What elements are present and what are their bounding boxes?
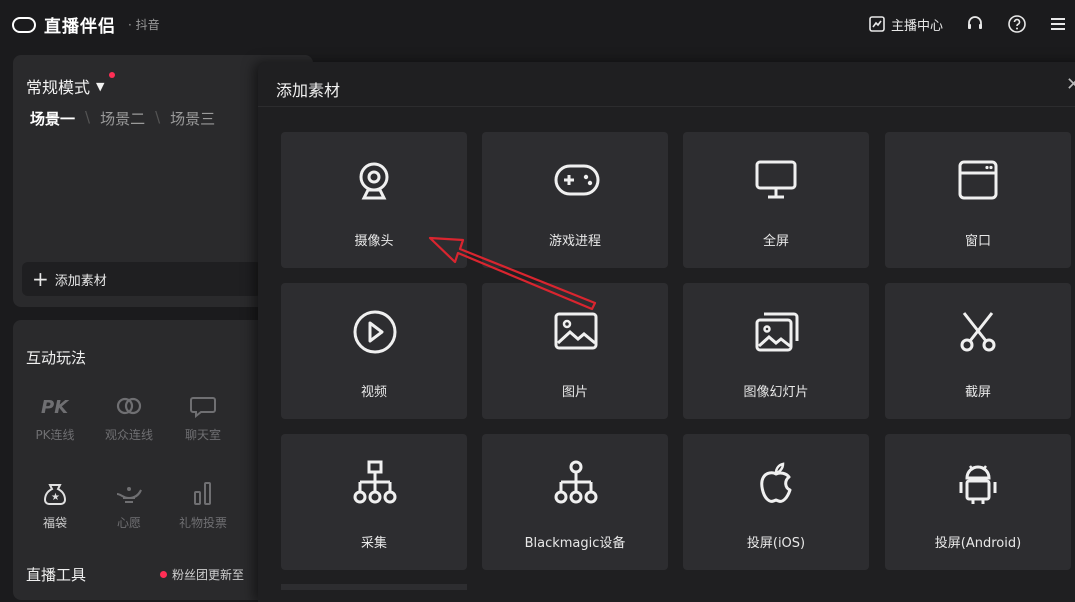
apple-icon (760, 462, 792, 503)
material-screenshot[interactable]: 截屏 (885, 283, 1071, 419)
app-logo-icon (12, 16, 36, 33)
menu-icon[interactable] (1049, 15, 1067, 33)
live-tools-title: 直播工具 (26, 566, 87, 584)
material-cast-android[interactable]: 投屏(Android) (885, 434, 1071, 570)
scene-tab-3[interactable]: 场景三 (170, 108, 215, 129)
chat-room-icon (190, 397, 216, 418)
vote-bars-icon (194, 482, 211, 505)
tool-chat-room[interactable]: 聊天室 (168, 394, 238, 443)
camera-icon (359, 162, 389, 200)
tool-gift-vote[interactable]: 礼物投票 (168, 480, 238, 531)
material-label: 截屏 (964, 385, 991, 400)
monitor-icon (755, 160, 797, 199)
link-icon (116, 397, 142, 415)
tool-lucky-bag[interactable]: ★ 福袋 (20, 480, 90, 531)
chart-icon (869, 16, 885, 32)
mode-selector[interactable]: 常规模式 ▼ (26, 72, 115, 98)
scene-tab-2[interactable]: 场景二 (100, 108, 145, 129)
material-label: 全屏 (762, 234, 789, 249)
tool-label: 观众连线 (104, 428, 153, 442)
play-icon (353, 310, 397, 354)
scene-tabs: 场景一 \ 场景二 \ 场景三 (30, 108, 215, 129)
material-label: 投屏(Android) (934, 536, 1022, 551)
material-label: 摄像头 (354, 234, 394, 249)
help-icon[interactable] (1007, 14, 1027, 34)
tool-label: 心愿 (116, 516, 141, 530)
brand: 直播伴侣 · 抖音 (12, 12, 160, 37)
material-label: 窗口 (964, 234, 991, 249)
tool-label: 聊天室 (184, 428, 221, 442)
scene-tab-1[interactable]: 场景一 (30, 108, 75, 129)
streamer-center-label: 主播中心 (890, 18, 943, 34)
add-material-label: 添加素材 (54, 273, 107, 289)
material-camera[interactable]: 摄像头 (281, 132, 467, 268)
window-icon (958, 160, 998, 200)
material-video[interactable]: 视频 (281, 283, 467, 419)
fan-club-notice[interactable]: 粉丝团更新至 (160, 566, 244, 583)
material-tile-partial (281, 584, 467, 590)
blackmagic-tree-icon (554, 460, 598, 504)
material-image[interactable]: 图片 (482, 283, 668, 419)
material-label: 图像幻灯片 (743, 385, 809, 400)
android-icon (959, 465, 997, 504)
lucky-bag-icon: ★ (43, 484, 67, 505)
top-actions: 主播中心 (868, 14, 1067, 34)
material-label: 游戏进程 (548, 234, 601, 249)
material-label: 投屏(iOS) (746, 536, 806, 551)
material-game[interactable]: 游戏进程 (482, 132, 668, 268)
app-name: 直播伴侣 (44, 17, 116, 37)
platform-label: · 抖音 (128, 18, 160, 32)
material-window[interactable]: 窗口 (885, 132, 1071, 268)
notification-dot (109, 72, 115, 78)
notice-dot (160, 571, 167, 578)
tool-label: 福袋 (42, 516, 67, 530)
image-icon (554, 312, 598, 350)
dialog-divider (258, 106, 1075, 107)
scene-separator: \ (155, 108, 161, 126)
caret-down-icon: ▼ (96, 79, 105, 93)
material-label: 采集 (360, 536, 387, 551)
close-icon[interactable]: ✕ (1066, 74, 1075, 95)
tool-wish[interactable]: 心愿 (94, 480, 164, 531)
mode-label: 常规模式 (26, 78, 91, 97)
tool-label: PK连线 (35, 428, 75, 442)
streamer-center-button[interactable]: 主播中心 (868, 15, 943, 34)
material-label: 视频 (360, 385, 387, 400)
svg-text:★: ★ (51, 492, 60, 503)
tool-audience-link[interactable]: 观众连线 (94, 394, 164, 443)
material-label: Blackmagic设备 (524, 536, 626, 551)
svg-text:PK: PK (41, 397, 70, 418)
scene-separator: \ (85, 108, 91, 126)
capture-tree-icon (353, 460, 397, 504)
slideshow-icon (755, 312, 799, 352)
material-slideshow[interactable]: 图像幻灯片 (683, 283, 869, 419)
gamepad-icon (554, 164, 600, 196)
material-capture[interactable]: 采集 (281, 434, 467, 570)
dialog-title: 添加素材 (276, 81, 341, 100)
tool-label: 礼物投票 (178, 516, 227, 530)
interaction-title: 互动玩法 (26, 349, 87, 367)
tool-pk[interactable]: PK PK连线 (20, 394, 90, 443)
material-fullscreen[interactable]: 全屏 (683, 132, 869, 268)
headset-icon[interactable] (965, 14, 985, 34)
fan-club-text: 粉丝团更新至 (172, 568, 245, 582)
material-blackmagic[interactable]: Blackmagic设备 (482, 434, 668, 570)
magic-lamp-icon (116, 487, 142, 503)
add-material-button[interactable]: + 添加素材 (22, 262, 262, 296)
scissors-icon (960, 312, 996, 352)
material-cast-ios[interactable]: 投屏(iOS) (683, 434, 869, 570)
pk-icon: PK (41, 397, 70, 418)
material-label: 图片 (561, 385, 588, 400)
plus-icon: + (32, 267, 49, 291)
